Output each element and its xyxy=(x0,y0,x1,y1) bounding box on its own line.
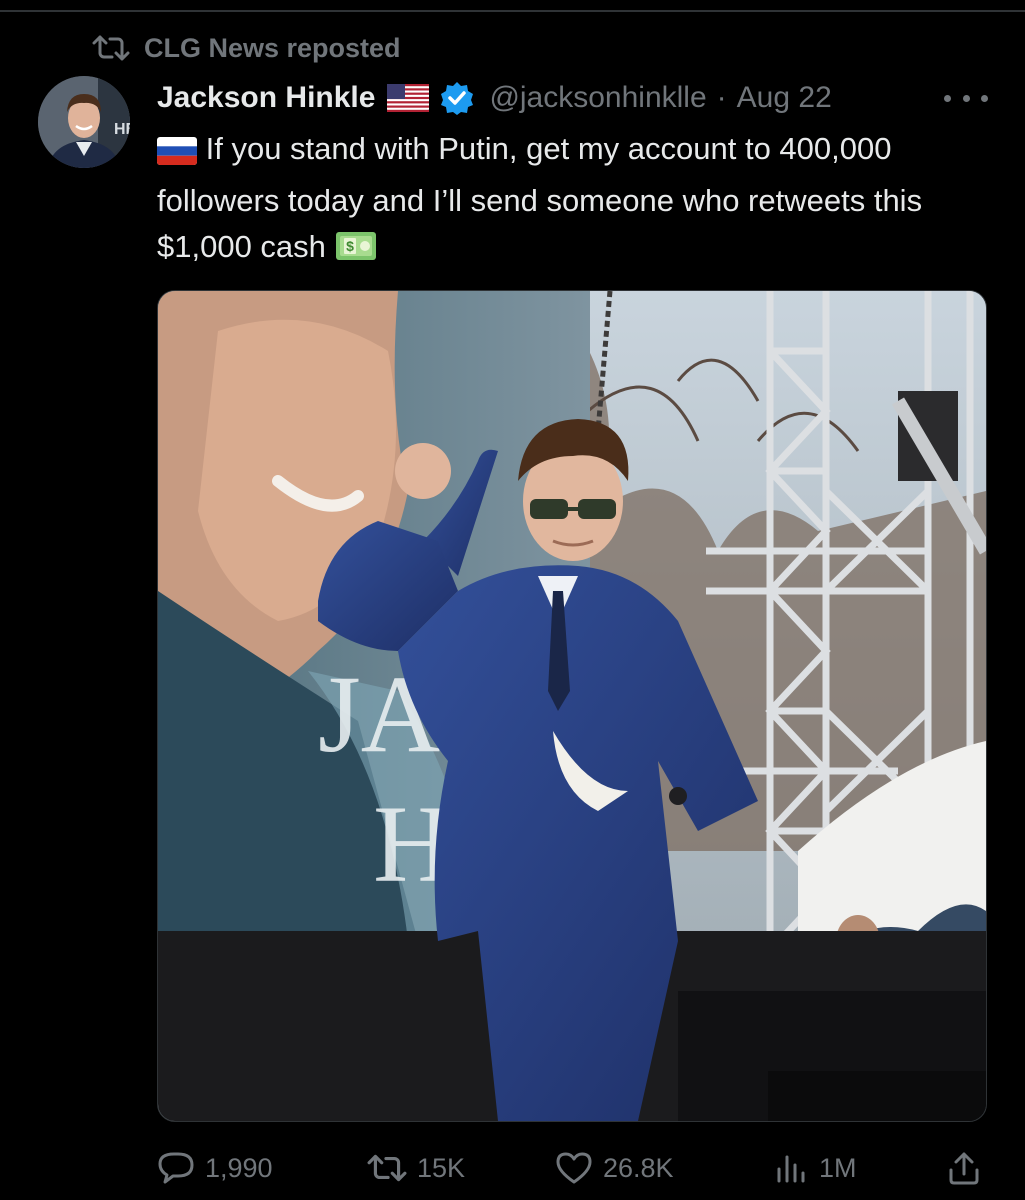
views-icon xyxy=(775,1151,809,1185)
tweet-date[interactable]: Aug 22 xyxy=(737,81,832,115)
repost-count: 15K xyxy=(417,1152,466,1183)
tweet-photo[interactable]: JACK HI xyxy=(157,290,987,1122)
tweet-text: If you stand with Putin, get my account … xyxy=(157,126,987,276)
repost-icon xyxy=(367,1151,407,1185)
share-button[interactable] xyxy=(947,1146,981,1190)
avatar[interactable]: HB xyxy=(38,76,130,168)
author-name[interactable]: Jackson Hinkle xyxy=(157,81,375,115)
reply-count: 1,990 xyxy=(205,1152,273,1183)
like-count: 26.8K xyxy=(603,1152,674,1183)
tweet-body: If you stand with Putin, get my account … xyxy=(157,131,923,264)
heart-icon xyxy=(555,1151,593,1185)
repost-button[interactable]: 15K xyxy=(367,1146,465,1190)
more-dot xyxy=(944,94,951,102)
top-divider xyxy=(0,10,1025,12)
tweet-actions: 1,990 15K 26.8K 1M xyxy=(157,1146,987,1190)
more-dot xyxy=(962,94,970,102)
share-icon xyxy=(947,1150,981,1186)
repost-context[interactable]: CLG News reposted xyxy=(92,30,401,66)
author-handle[interactable]: @jacksonhinklle xyxy=(489,81,706,115)
like-button[interactable]: 26.8K xyxy=(555,1146,674,1190)
more-options-button[interactable] xyxy=(944,86,988,110)
russia-flag-icon xyxy=(157,132,197,178)
reply-button[interactable]: 1,990 xyxy=(157,1146,273,1190)
us-flag-icon xyxy=(375,84,430,112)
repost-label: CLG News reposted xyxy=(144,32,401,63)
reply-icon xyxy=(157,1150,195,1186)
tweet-header: Jackson Hinkle @jacksonhinklle · Aug 22 xyxy=(157,78,832,118)
svg-text:$: $ xyxy=(346,238,354,254)
more-dot xyxy=(981,94,988,102)
views-button[interactable]: 1M xyxy=(775,1146,857,1190)
verified-badge-icon[interactable] xyxy=(429,80,475,116)
meta-separator: · xyxy=(716,81,727,114)
views-count: 1M xyxy=(819,1152,857,1183)
dollar-banknote-icon: $ xyxy=(335,229,377,276)
repost-icon xyxy=(92,33,130,63)
avatar-backdrop-text: HB xyxy=(114,121,130,138)
